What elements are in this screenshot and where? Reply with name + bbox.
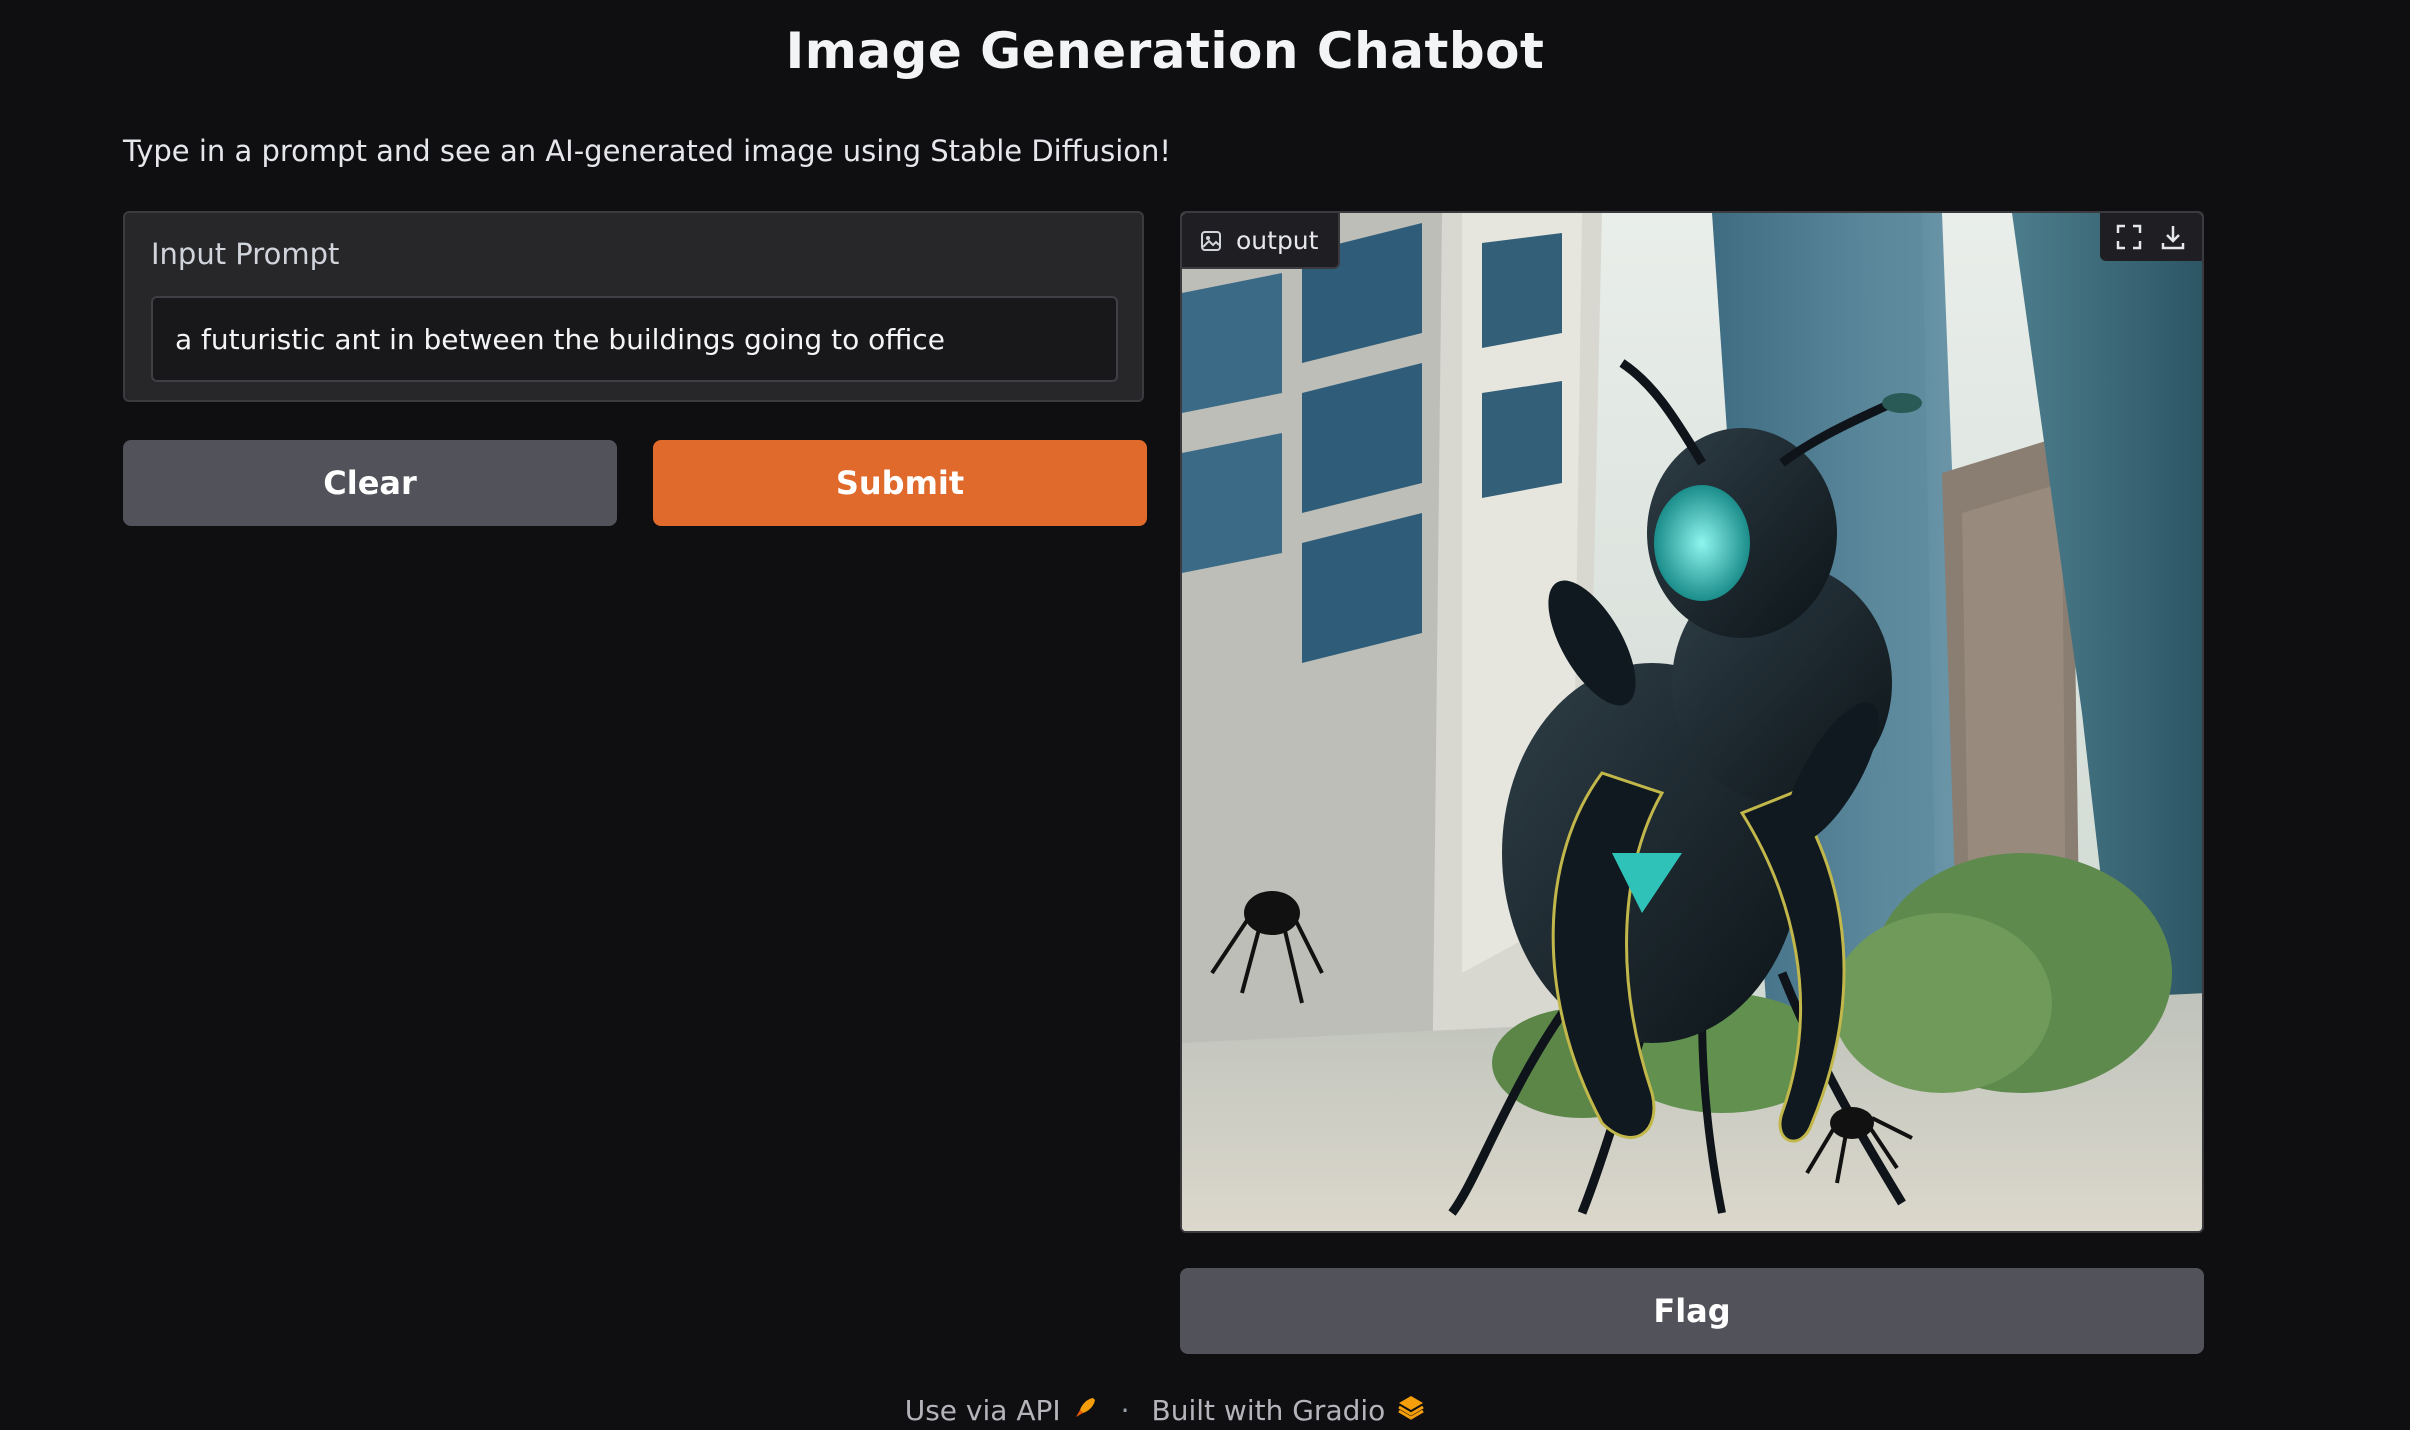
output-label: output — [1182, 213, 1341, 269]
prompt-input[interactable] — [151, 296, 1118, 382]
generated-image — [1182, 213, 2202, 1231]
page-title: Image Generation Chatbot — [785, 22, 1545, 80]
footer-separator: · — [1120, 1394, 1130, 1427]
image-icon — [1200, 229, 1222, 251]
download-icon[interactable] — [2156, 220, 2190, 254]
gradio-logo-icon — [1397, 1394, 1425, 1427]
image-controls — [2100, 213, 2202, 261]
clear-button[interactable]: Clear — [123, 440, 617, 526]
footer: Use via API · Built with Gradio — [0, 1394, 2330, 1427]
built-with-gradio-label: Built with Gradio — [1151, 1394, 1386, 1427]
rocket-icon — [1073, 1394, 1099, 1427]
output-image-panel: output — [1180, 211, 2204, 1233]
built-with-gradio-link[interactable]: Built with Gradio — [1152, 1394, 1426, 1427]
use-via-api-link[interactable]: Use via API — [905, 1394, 1099, 1427]
submit-button[interactable]: Submit — [653, 440, 1147, 526]
page-description: Type in a prompt and see an AI-generated… — [123, 134, 1172, 168]
input-prompt-label: Input Prompt — [151, 237, 340, 271]
output-label-text: output — [1236, 225, 1319, 255]
flag-button[interactable]: Flag — [1180, 1268, 2204, 1354]
input-prompt-panel: Input Prompt — [123, 211, 1144, 402]
fullscreen-icon[interactable] — [2112, 220, 2146, 254]
use-via-api-label: Use via API — [904, 1394, 1061, 1427]
